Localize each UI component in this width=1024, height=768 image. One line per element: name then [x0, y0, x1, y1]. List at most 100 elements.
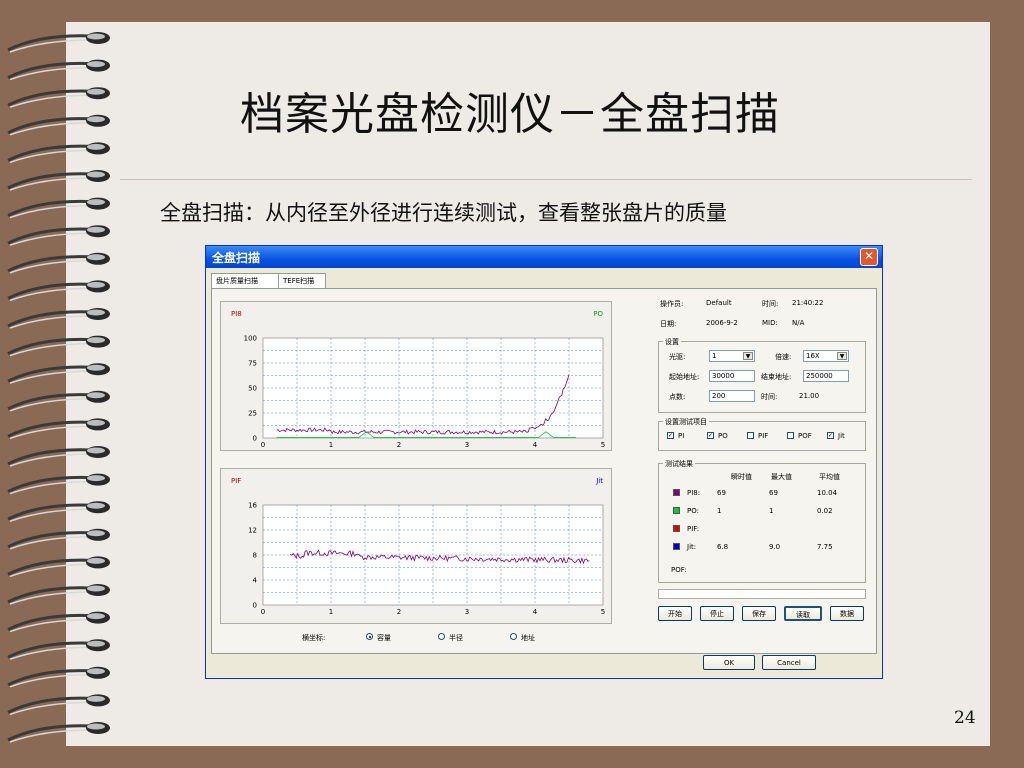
checkbox-pof[interactable] — [787, 432, 794, 439]
ok-button[interactable]: OK — [703, 655, 755, 670]
stop-button[interactable]: 停止 — [700, 606, 734, 621]
header-current: 瞬时值 — [731, 473, 752, 481]
tab-tefe[interactable]: TEFE扫描 — [278, 273, 326, 289]
speed-select[interactable]: 16X ▼ — [803, 350, 849, 362]
mid-value: N/A — [792, 319, 805, 327]
pof-label: POF: — [671, 566, 687, 574]
checkbox-po[interactable]: ✓ — [707, 432, 714, 439]
test-items-group: 设置测试项目 ✓ PI ✓ PO PIF POF ✓ Jit — [658, 417, 866, 451]
close-button[interactable]: ✕ — [860, 248, 878, 266]
x-tick-label: 1 — [329, 441, 333, 449]
x-tick-label: 5 — [601, 608, 605, 616]
dialog-titlebar[interactable]: 全盘扫描 ✕ — [206, 246, 882, 268]
result-current: 1 — [717, 507, 722, 515]
spiral-hole-shine — [87, 116, 105, 123]
left-tick-label: 12 — [248, 527, 257, 535]
radio-address[interactable] — [510, 633, 517, 640]
spiral-binding — [7, 32, 110, 743]
start-address-field[interactable]: 30000 — [709, 370, 755, 382]
points-field[interactable]: 200 — [709, 390, 755, 402]
chart1-plot: 10075502501612840012345 — [244, 335, 606, 450]
spiral-ring-highlight — [9, 536, 93, 550]
result-avg: 7.75 — [817, 543, 833, 551]
left-tick-label: 100 — [244, 335, 257, 343]
checkbox-jit[interactable]: ✓ — [827, 432, 834, 439]
spiral-ring-highlight — [9, 480, 93, 495]
cancel-button[interactable]: Cancel — [762, 655, 816, 670]
result-avg: 0.02 — [817, 507, 833, 515]
spiral-hole-shine — [87, 254, 105, 261]
result-color-swatch — [673, 525, 680, 532]
time-value: 21:40:22 — [792, 299, 824, 307]
left-tick-label: 75 — [248, 360, 257, 368]
start-button[interactable]: 开始 — [658, 606, 692, 621]
spiral-hole-shine — [87, 226, 105, 233]
checkbox-pif[interactable] — [747, 432, 754, 439]
drive-dropdown-icon[interactable]: ▼ — [743, 352, 753, 360]
x-tick-label: 2 — [397, 608, 401, 616]
result-label: PO: — [687, 507, 699, 515]
result-avg: 10.04 — [817, 489, 838, 497]
spiral-ring-highlight — [9, 149, 93, 164]
speed-value: 16X — [806, 352, 820, 360]
spiral-hole-shine — [87, 364, 105, 371]
x-tick-label: 4 — [533, 441, 538, 449]
x-tick-label: 3 — [465, 441, 469, 449]
x-tick-label: 5 — [601, 441, 605, 449]
left-tick-label: 50 — [248, 385, 257, 393]
radio-capacity[interactable] — [366, 633, 373, 640]
checkbox-pi[interactable]: ✓ — [667, 432, 674, 439]
time-label: 时间: — [762, 300, 779, 308]
spiral-hole-shine — [87, 557, 105, 564]
radio-capacity-label: 容量 — [377, 634, 391, 642]
settings-group-title: 设置 — [663, 337, 681, 347]
spiral-hole-shine — [87, 585, 105, 592]
spiral-ring-highlight — [9, 260, 93, 274]
spiral-ring-highlight — [9, 232, 93, 246]
drive-select[interactable]: 1 ▼ — [709, 350, 755, 362]
left-tick-label: 8 — [253, 552, 257, 560]
spiral-ring-highlight — [9, 315, 93, 329]
pi8-po-chart: PI8 PO 10075502501612840012345 — [220, 301, 612, 451]
checkbox-pif-label: PIF — [758, 432, 769, 440]
points-label: 点数: — [669, 393, 686, 401]
data-button[interactable]: 数据 — [830, 606, 864, 621]
end-address-field[interactable]: 250000 — [803, 370, 849, 382]
spiral-hole-shine — [87, 475, 105, 482]
spiral-ring-highlight — [9, 342, 93, 357]
left-tick-label: 0 — [253, 435, 257, 443]
spiral-ring-highlight — [9, 674, 93, 688]
end-label: 结束地址: — [761, 373, 792, 381]
spiral-ring-highlight — [9, 204, 93, 219]
pif-jit-chart: PIF Jit 16128401612840012345 — [220, 468, 612, 624]
operator-value: Default — [706, 299, 732, 307]
radio-radius-label: 半径 — [449, 634, 463, 642]
spiral-ring-highlight — [9, 39, 93, 53]
x-tick-label: 3 — [465, 608, 469, 616]
speed-label: 倍速: — [775, 353, 792, 361]
x-tick-label: 0 — [261, 441, 265, 449]
radio-radius[interactable] — [438, 633, 445, 640]
spiral-ring-highlight — [9, 287, 93, 302]
result-current: 69 — [717, 489, 726, 497]
spiral-hole-shine — [87, 530, 105, 537]
spiral-hole-shine — [87, 337, 105, 344]
header-max: 最大值 — [771, 473, 792, 481]
results-group: 测试结果 瞬时值 最大值 平均值 PI8: 69 69 10.04 PO: 1 1 0.02 P… — [658, 459, 866, 583]
speed-dropdown-icon[interactable]: ▼ — [837, 352, 847, 360]
x-tick-label: 0 — [261, 608, 265, 616]
checkbox-po-label: PO — [718, 432, 728, 440]
spiral-hole-shine — [87, 668, 105, 675]
radio-address-label: 地址 — [521, 634, 535, 642]
checkbox-jit-label: Jit — [838, 432, 845, 440]
page-number: 24 — [954, 708, 976, 728]
left-tick-label: 4 — [253, 577, 258, 585]
scan-dialog: 全盘扫描 ✕ 盘片质量扫描 TEFE扫描 PI8 PO 100755025016… — [205, 245, 883, 679]
slide-title: 档案光盘检测仪－全盘扫描 — [240, 89, 780, 140]
checkbox-pi-label: PI — [678, 432, 685, 440]
left-tick-label: 16 — [248, 502, 257, 510]
result-current: 6.8 — [717, 543, 729, 551]
save-button[interactable]: 保存 — [742, 606, 776, 621]
read-button[interactable]: 读取 — [784, 606, 822, 621]
left-tick-label: 0 — [253, 602, 257, 610]
